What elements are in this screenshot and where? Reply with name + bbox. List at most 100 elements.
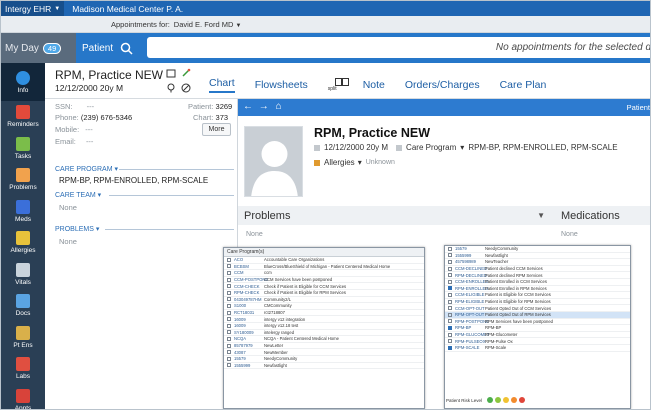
checkbox[interactable] [448, 339, 452, 344]
list-item[interactable]: CCM ccm [224, 270, 424, 277]
chevron-down-icon[interactable]: ▾ [460, 143, 464, 152]
rail-item-pt-ens[interactable]: Pt Ens [1, 322, 45, 354]
list-item[interactable]: RPM-CHECK Check if Patient is Eligible fo… [224, 290, 424, 297]
rail-item-meds[interactable]: Meds [1, 196, 45, 228]
tab-orders-charges[interactable]: Orders/Charges [405, 79, 480, 91]
rail-item-tasks[interactable]: Tasks [1, 133, 45, 165]
my-day-button[interactable]: My Day 49 [1, 33, 76, 63]
list-item[interactable]: NCQA NCQA - Patient Centered Medical Home [224, 336, 424, 343]
checkbox[interactable] [448, 279, 452, 284]
checkbox[interactable] [448, 332, 452, 337]
search-icon[interactable] [120, 42, 133, 55]
checkbox[interactable] [227, 264, 231, 269]
risk-level-option[interactable] [487, 397, 494, 403]
app-menu[interactable]: Intergy EHR ▼ [1, 1, 65, 16]
checkbox[interactable] [448, 273, 452, 278]
phone-value[interactable]: (239) 676-5346 [81, 113, 132, 122]
tab-care-plan[interactable]: Care Plan [500, 79, 547, 91]
list-item[interactable]: 16009 intergy v12.18 test [224, 323, 424, 330]
collapse-triangle-icon[interactable]: ▼ [537, 211, 545, 220]
checkbox[interactable] [227, 343, 231, 348]
checkbox[interactable] [227, 303, 231, 308]
rail-item-info[interactable]: Info [1, 63, 45, 101]
checkbox[interactable] [227, 270, 231, 275]
list-item[interactable]: ACO Accountable Care Organizations [224, 257, 424, 264]
appointment-search-field[interactable]: No appointments for the selected d [147, 37, 650, 58]
list-item[interactable]: CCM-CHECK Check if Patient is Eligible fo… [224, 283, 424, 290]
rail-item-docs[interactable]: Docs [1, 290, 45, 322]
rail-item-reminders[interactable]: Reminders [1, 101, 45, 133]
chevron-down-icon[interactable]: ▾ [358, 158, 362, 167]
checkbox[interactable] [227, 336, 231, 341]
checkbox[interactable] [227, 297, 231, 302]
rail-item-problems[interactable]: Problems [1, 164, 45, 196]
list-item[interactable]: RPM-ELIGIBLE Patient is Eligible for RPM … [445, 299, 630, 306]
checkbox[interactable] [227, 350, 231, 355]
risk-level-option[interactable] [503, 397, 510, 403]
problems-section-toggle[interactable]: PROBLEMS ▾ [55, 225, 99, 233]
alert-icon[interactable] [166, 83, 176, 93]
checkbox[interactable] [448, 292, 452, 297]
checkbox[interactable] [227, 290, 231, 295]
checkbox[interactable] [227, 310, 231, 315]
list-item[interactable]: 1555999 Newfastlight [445, 253, 630, 260]
list-item[interactable]: RPM-POSTPONE RPM Services have been postp… [445, 319, 630, 326]
checkbox[interactable] [448, 259, 452, 264]
checkbox[interactable] [448, 312, 452, 317]
list-item[interactable]: RPM-BP RPM-BP [445, 325, 630, 332]
checkbox[interactable] [227, 277, 231, 282]
list-item[interactable]: CCM-DECLINED Patient declined CCM Service… [445, 266, 630, 273]
list-item[interactable]: 43087 NewMember [224, 349, 424, 356]
list-item[interactable]: RCT18031 rct2718807 [224, 310, 424, 317]
rail-item-allergies[interactable]: Allergies [1, 227, 45, 259]
checkbox[interactable] [448, 319, 452, 324]
checkbox[interactable] [448, 253, 452, 258]
checkbox[interactable] [448, 306, 452, 311]
forward-arrow-icon[interactable]: → [259, 101, 269, 112]
checkbox[interactable] [227, 363, 231, 368]
list-item[interactable]: RPM-ENROLLED Patient Enrolled in RPM Serv… [445, 286, 630, 293]
back-arrow-icon[interactable]: ← [243, 101, 253, 112]
checkbox[interactable] [448, 299, 452, 304]
checkbox[interactable] [227, 257, 231, 262]
list-item[interactable]: S1000 CMCommunity [224, 303, 424, 310]
checkbox[interactable] [448, 325, 452, 330]
list-item[interactable]: CCM-POSTPONE CCM Services have been postp… [224, 277, 424, 284]
tab-flowsheets[interactable]: Flowsheets [255, 79, 308, 91]
medications-section-header[interactable]: Medications [555, 206, 650, 225]
list-item[interactable]: BCBSM BlueCross/BlueShield of Michigan - … [224, 264, 424, 271]
checkbox[interactable] [448, 266, 452, 271]
list-item[interactable]: CCM-ENROLLED Patient Enrolled in CCM Serv… [445, 279, 630, 286]
provider-select[interactable]: David E. Ford MD ▼ [174, 20, 242, 29]
checkbox[interactable] [227, 317, 231, 322]
tab-note[interactable]: Note [363, 79, 385, 91]
list-item[interactable]: SY180009 intelergy ranged [224, 330, 424, 337]
list-item[interactable]: 15579 NeedyCommunity [445, 246, 630, 253]
list-item[interactable]: 043049787HM Community2/L [224, 297, 424, 304]
home-icon[interactable]: ⌂ [276, 101, 282, 112]
care-program-section-toggle[interactable]: CARE PROGRAM ▾ [55, 165, 118, 173]
checkbox[interactable] [227, 356, 231, 361]
checkbox[interactable] [448, 345, 452, 350]
facility-name[interactable]: Madison Medical Center P. A. [64, 4, 183, 14]
more-button[interactable]: More [202, 123, 231, 136]
tab-chart[interactable]: Chart [209, 77, 235, 93]
risk-level-option[interactable] [519, 397, 526, 403]
list-item[interactable]: RPM-OPT-OUT Patient Opted Out of RPM Serv… [445, 311, 630, 319]
pen-icon[interactable] [181, 68, 191, 78]
care-team-section-toggle[interactable]: CARE TEAM ▾ [55, 191, 101, 199]
patient-button[interactable]: Patient [82, 43, 113, 54]
checkbox[interactable] [448, 246, 452, 251]
no-directive-icon[interactable] [181, 83, 191, 93]
list-item[interactable]: RPM-SCALE RPM-Scale [445, 345, 630, 352]
list-item[interactable]: CCM-OPT-OUT Patient Opted Out of CCM Serv… [445, 305, 630, 312]
rail-item-labs[interactable]: Labs [1, 353, 45, 385]
list-item[interactable]: 457598989 NewTeacher [445, 259, 630, 266]
list-item[interactable]: 1555999 Newfastlight [224, 363, 424, 370]
list-item[interactable]: RPM-GLUCOMET RPM-Glucometer [445, 332, 630, 339]
rail-item-appts[interactable]: Appts [1, 385, 45, 409]
list-item[interactable]: 85787979 NewLetter [224, 343, 424, 350]
checkbox[interactable] [227, 323, 231, 328]
split-view-button[interactable]: split [328, 78, 357, 92]
checkbox[interactable] [227, 330, 231, 335]
